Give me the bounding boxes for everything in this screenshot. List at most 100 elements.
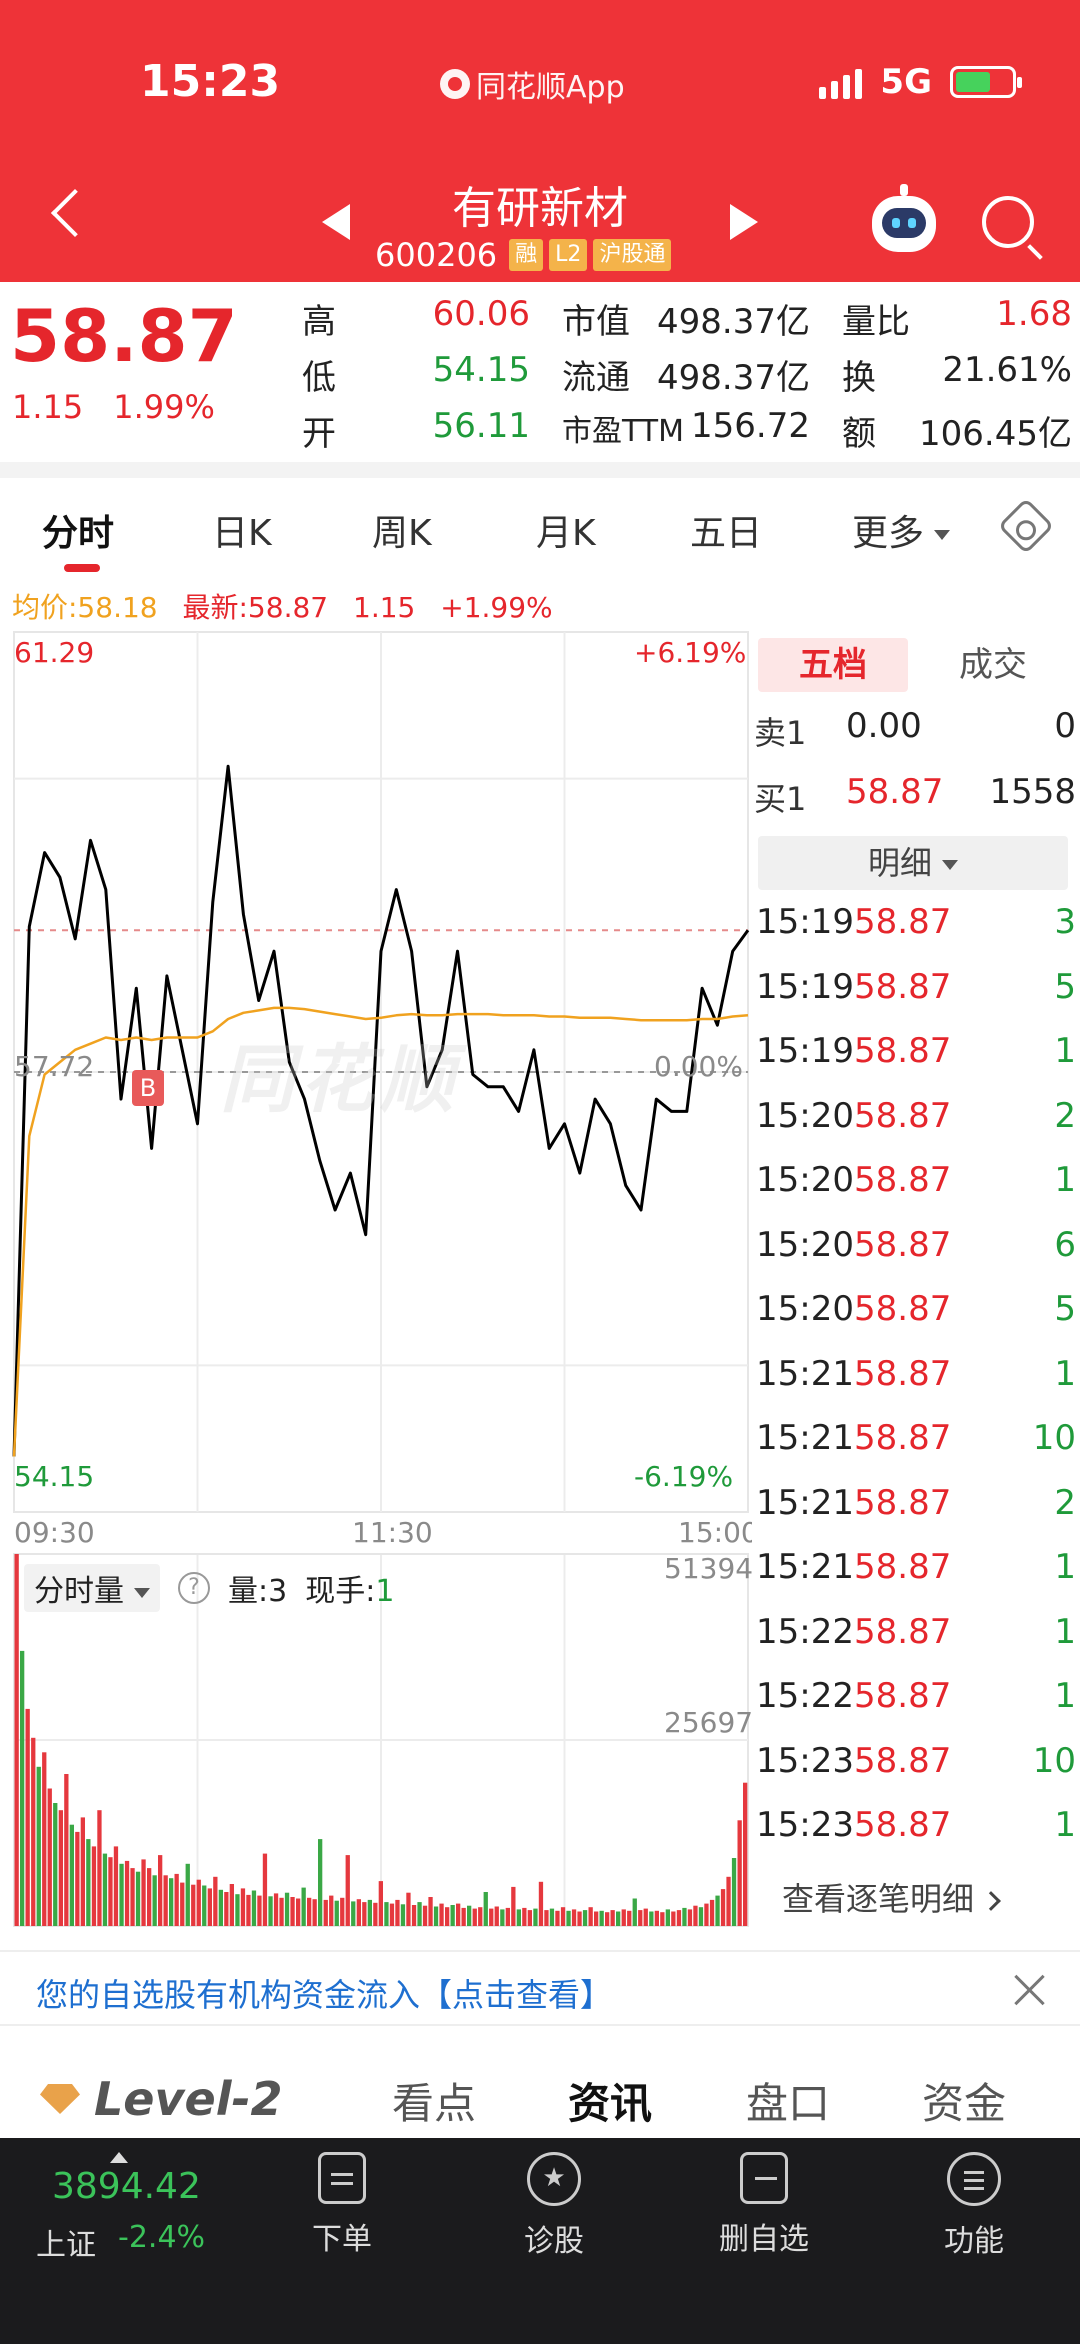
view-all-ticks-link[interactable]: 查看逐笔明细 [782, 1874, 1001, 1920]
current-price: 58.87 [10, 294, 238, 378]
volume-bar [406, 1892, 411, 1926]
tick-price: 58.87 [854, 1611, 952, 1652]
volume-bar [312, 1899, 317, 1926]
app-header: 15:23 同花顺App 5G 有研新材 600206 融 L2 沪股通 [0, 0, 1080, 282]
volume-bar [577, 1911, 582, 1926]
tick-price: 58.87 [854, 1289, 952, 1329]
high-value: 60.06 [432, 294, 530, 334]
bottom-toolbar: 3894.42 上证 -2.4% 下单 诊股 删自选 功能 [0, 2138, 1080, 2344]
volume-bar [511, 1886, 516, 1926]
search-icon[interactable] [982, 196, 1034, 248]
volume-bar [422, 1905, 428, 1926]
amount-value: 106.45亿 [919, 414, 1072, 454]
intraday-chart[interactable] [0, 630, 752, 1930]
volume-bar [91, 1846, 97, 1926]
volume-bar [130, 1868, 135, 1926]
tab-news[interactable]: 资讯 [568, 2070, 652, 2131]
volume-bar [356, 1899, 361, 1926]
tab-intraday[interactable]: 分时 [42, 504, 114, 556]
tab-more[interactable]: 更多 [852, 504, 951, 556]
volume-bar [687, 1909, 693, 1926]
close-icon[interactable] [1010, 1970, 1050, 2010]
tab-highlights[interactable]: 看点 [392, 2070, 476, 2131]
volume-bar [334, 1900, 339, 1926]
volume-bar [102, 1853, 108, 1926]
volume-bar [202, 1885, 207, 1926]
index-value[interactable]: 3894.42 [52, 2166, 201, 2207]
volume-bar [257, 1895, 262, 1926]
level2-logo[interactable]: Level-2 [40, 2072, 283, 2126]
volume-bar [47, 1788, 52, 1926]
volume-bar [704, 1903, 709, 1926]
volume-bar [97, 1810, 102, 1926]
tab-five-levels[interactable]: 五档 [758, 638, 908, 692]
minus-box-icon [740, 2152, 788, 2204]
help-icon[interactable]: ? [178, 1572, 210, 1604]
volume-bar [500, 1909, 505, 1926]
volume-bar [296, 1898, 301, 1926]
next-stock-icon[interactable] [730, 204, 758, 240]
divider [0, 462, 1080, 478]
tick-time: 15:20 [756, 1289, 854, 1329]
tab-funds[interactable]: 资金 [922, 2070, 1006, 2131]
volume-bar [53, 1803, 58, 1926]
place-order-button[interactable]: 下单 [282, 2152, 402, 2258]
volume-bar [251, 1890, 257, 1926]
tick-row: 15:20 58.87 5 [752, 1283, 1080, 1345]
volume-bar [351, 1901, 356, 1926]
tick-price: 58.87 [854, 1482, 952, 1523]
tick-time: 15:22 [756, 1676, 854, 1716]
volume-bar [538, 1881, 544, 1926]
banner-text[interactable]: 您的自选股有机构资金流入【点击查看】 [36, 1970, 612, 2016]
y-min-label: 54.15 [14, 1460, 95, 1493]
tab-five-day[interactable]: 五日 [690, 504, 762, 556]
pe-value: 156.72 [691, 406, 810, 446]
star-badge-icon [527, 2152, 581, 2206]
detail-select[interactable]: 明细 [758, 836, 1068, 890]
tick-row: 15:21 58.87 2 [752, 1477, 1080, 1539]
y-max-pct-label: +6.19% [634, 636, 747, 669]
tab-weekly-k[interactable]: 周K [372, 504, 432, 556]
volume-bar [472, 1908, 477, 1926]
tag-hk-connect: 沪股通 [593, 239, 672, 271]
tab-daily-k[interactable]: 日K [212, 504, 272, 556]
tick-time: 15:19 [756, 902, 854, 942]
x-tick-mid: 11:30 [352, 1516, 433, 1549]
intraday-chart-svg[interactable] [0, 630, 752, 1930]
tab-monthly-k[interactable]: 月K [536, 504, 596, 556]
y-mid-label: 57.72 [14, 1050, 95, 1083]
tick-row: 15:21 58.87 1 [752, 1348, 1080, 1410]
volume-type-select[interactable]: 分时量 [24, 1564, 160, 1612]
volume-bar [599, 1910, 604, 1926]
avg-price-line: 均价:58.18 最新:58.87 1.15 +1.99% [12, 586, 569, 626]
volume-bar [169, 1878, 174, 1926]
volume-bar [290, 1897, 295, 1926]
tick-time: 15:20 [756, 1095, 854, 1136]
volume-bar [240, 1888, 246, 1926]
remove-watchlist-button[interactable]: 删自选 [704, 2152, 824, 2258]
volume-bar [682, 1907, 687, 1926]
tick-row: 15:19 58.87 3 [752, 896, 1080, 958]
fund-flow-banner[interactable]: 您的自选股有机构资金流入【点击查看】 [0, 1950, 1080, 2026]
robot-assistant-icon[interactable] [872, 184, 936, 252]
vol-ratio-value: 1.68 [996, 294, 1072, 334]
turnover-label: 换 [842, 358, 876, 398]
volume-bar [152, 1875, 157, 1926]
volume-bar [113, 1846, 119, 1926]
volume-bar [213, 1876, 218, 1926]
tick-row: 15:19 58.87 5 [752, 961, 1080, 1023]
tick-row: 15:23 58.87 10 [752, 1735, 1080, 1797]
tick-time: 15:21 [756, 1482, 854, 1523]
index-name: 上证 [36, 2228, 96, 2263]
tick-row: 15:22 58.87 1 [752, 1606, 1080, 1668]
volume-bar [549, 1908, 555, 1926]
functions-button[interactable]: 功能 [914, 2152, 1034, 2260]
diagnose-button[interactable]: 诊股 [494, 2152, 614, 2260]
tab-trades[interactable]: 成交 [918, 638, 1068, 692]
volume-bar [715, 1895, 720, 1926]
tab-orderbook[interactable]: 盘口 [746, 2070, 830, 2131]
tick-row: 15:21 58.87 10 [752, 1412, 1080, 1474]
volume-bar [428, 1897, 433, 1926]
buy-marker[interactable]: B [132, 1070, 164, 1106]
document-icon [318, 2152, 366, 2204]
